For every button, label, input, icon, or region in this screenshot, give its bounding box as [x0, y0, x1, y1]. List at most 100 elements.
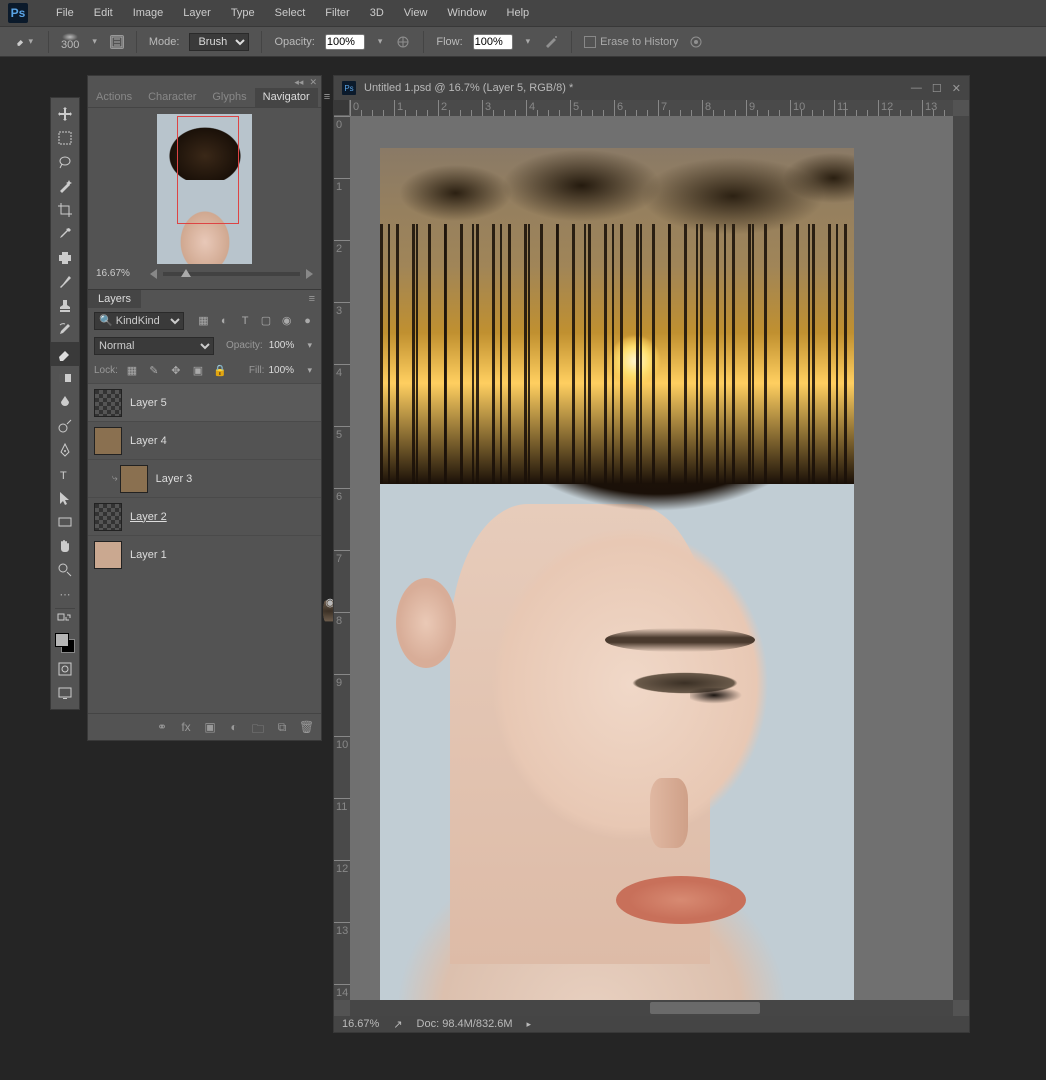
- brush-panel-toggle-icon[interactable]: [110, 35, 124, 49]
- hand-tool[interactable]: [51, 534, 79, 558]
- pressure-size-icon[interactable]: [688, 34, 704, 50]
- quickmask-toggle[interactable]: [51, 657, 79, 681]
- layer-row[interactable]: ◉ Layer 2: [88, 497, 321, 535]
- status-share-icon[interactable]: ↗: [393, 1018, 402, 1031]
- layer-row[interactable]: ◉ Layer 4: [88, 421, 321, 459]
- navigator-zoom-slider[interactable]: [163, 272, 300, 276]
- canvas-viewport[interactable]: [350, 116, 953, 1000]
- layer-opacity-value[interactable]: 100%: [269, 340, 299, 351]
- new-layer-icon[interactable]: ⧉: [275, 720, 289, 734]
- menu-view[interactable]: View: [394, 7, 438, 19]
- layer-opacity-chevron-icon[interactable]: ▾: [304, 340, 315, 351]
- navigator-zoom-value[interactable]: 16.67%: [96, 268, 144, 279]
- layer-thumbnail[interactable]: [94, 389, 122, 417]
- lasso-tool[interactable]: [51, 150, 79, 174]
- move-tool[interactable]: [51, 102, 79, 126]
- erase-to-history-checkbox[interactable]: Erase to History: [584, 36, 678, 48]
- lock-position-icon[interactable]: ✥: [168, 364, 184, 377]
- opacity-input[interactable]: [325, 34, 365, 50]
- mode-select[interactable]: Brush: [189, 33, 249, 51]
- brush-preset-chevron-icon[interactable]: ▾: [89, 36, 100, 47]
- tab-navigator[interactable]: Navigator: [255, 88, 318, 107]
- zoom-in-icon[interactable]: [306, 269, 313, 279]
- maximize-icon[interactable]: ☐: [932, 82, 942, 95]
- filter-toggle-icon[interactable]: ●: [300, 315, 315, 327]
- tab-actions[interactable]: Actions: [88, 88, 140, 107]
- collapse-icon[interactable]: ◂◂: [294, 77, 303, 88]
- layer-filter-select[interactable]: 🔍 KindKind: [94, 312, 184, 330]
- layer-row[interactable]: ◉ Layer 1: [88, 535, 321, 573]
- flow-input[interactable]: [473, 34, 513, 50]
- airbrush-icon[interactable]: [543, 34, 559, 50]
- status-info-arrow-icon[interactable]: ▸: [527, 1019, 532, 1030]
- close-panel-icon[interactable]: ✕: [309, 77, 317, 88]
- layer-thumbnail[interactable]: [120, 465, 148, 493]
- blend-mode-select[interactable]: Normal: [94, 337, 214, 355]
- healing-tool[interactable]: [51, 246, 79, 270]
- filter-smart-icon[interactable]: ◉: [279, 314, 294, 327]
- lock-artboard-icon[interactable]: ▣: [190, 364, 206, 377]
- menu-help[interactable]: Help: [497, 7, 540, 19]
- layer-row[interactable]: ◉ ⤷ Layer 3: [88, 459, 321, 497]
- link-layers-icon[interactable]: ⚭: [155, 720, 169, 734]
- layer-mask-icon[interactable]: ▣: [203, 720, 217, 734]
- artboard[interactable]: [380, 148, 854, 1000]
- stamp-tool[interactable]: [51, 294, 79, 318]
- magic-wand-tool[interactable]: [51, 174, 79, 198]
- document-titlebar[interactable]: Ps Untitled 1.psd @ 16.7% (Layer 5, RGB/…: [334, 76, 969, 100]
- marquee-tool[interactable]: [51, 126, 79, 150]
- menu-file[interactable]: File: [46, 7, 84, 19]
- minimize-icon[interactable]: —: [911, 82, 922, 95]
- eyedropper-tool[interactable]: [51, 222, 79, 246]
- menu-edit[interactable]: Edit: [84, 7, 123, 19]
- menu-3d[interactable]: 3D: [360, 7, 394, 19]
- path-select-tool[interactable]: [51, 486, 79, 510]
- ruler-vertical[interactable]: 01234567891011121314: [334, 116, 350, 1000]
- menu-window[interactable]: Window: [437, 7, 496, 19]
- flow-chevron-icon[interactable]: ▾: [523, 36, 534, 47]
- swap-colors-icon[interactable]: [51, 611, 79, 625]
- menu-type[interactable]: Type: [221, 7, 265, 19]
- type-tool[interactable]: T: [51, 462, 79, 486]
- navigator-view-box[interactable]: [177, 116, 239, 224]
- layer-style-icon[interactable]: fx: [179, 720, 193, 734]
- navigator-proxy[interactable]: [157, 114, 252, 264]
- eraser-tool[interactable]: [51, 342, 79, 366]
- more-tools[interactable]: ⋯: [51, 582, 79, 606]
- menu-image[interactable]: Image: [123, 7, 174, 19]
- filter-type-icon[interactable]: T: [238, 315, 253, 327]
- filter-shape-icon[interactable]: ▢: [258, 314, 273, 327]
- opacity-chevron-icon[interactable]: ▾: [375, 36, 386, 47]
- tab-layers[interactable]: Layers: [88, 290, 141, 308]
- layer-name[interactable]: Layer 1: [130, 549, 167, 561]
- layer-name[interactable]: Layer 2: [130, 511, 167, 523]
- adjustment-layer-icon[interactable]: ◐: [227, 720, 241, 734]
- lock-transparency-icon[interactable]: ▦: [124, 364, 140, 377]
- menu-layer[interactable]: Layer: [173, 7, 221, 19]
- lock-all-icon[interactable]: 🔒: [212, 364, 228, 377]
- layer-row[interactable]: ◉ Layer 5: [88, 383, 321, 421]
- vertical-scrollbar[interactable]: [953, 116, 969, 1000]
- delete-layer-icon[interactable]: 🗑: [299, 720, 313, 734]
- dodge-tool[interactable]: [51, 414, 79, 438]
- ruler-origin[interactable]: [334, 100, 350, 116]
- fill-chevron-icon[interactable]: ▾: [304, 365, 315, 376]
- eraser-tool-icon[interactable]: ▾: [16, 34, 36, 50]
- brush-preset-picker[interactable]: 300: [61, 33, 79, 50]
- tab-glyphs[interactable]: Glyphs: [204, 88, 254, 107]
- screenmode-toggle[interactable]: [51, 681, 79, 705]
- status-docsize[interactable]: Doc: 98.4M/832.6M: [417, 1018, 513, 1030]
- color-swatches[interactable]: [55, 633, 75, 653]
- layer-thumbnail[interactable]: [94, 541, 122, 569]
- menu-select[interactable]: Select: [265, 7, 316, 19]
- filter-pixel-icon[interactable]: ▦: [196, 314, 211, 327]
- filter-adjust-icon[interactable]: ◐: [217, 315, 232, 327]
- history-brush-tool[interactable]: [51, 318, 79, 342]
- pen-tool[interactable]: [51, 438, 79, 462]
- blur-tool[interactable]: [51, 390, 79, 414]
- close-icon[interactable]: ✕: [952, 82, 961, 95]
- lock-pixels-icon[interactable]: ✎: [146, 364, 162, 377]
- foreground-color-swatch[interactable]: [55, 633, 69, 647]
- fill-value[interactable]: 100%: [268, 365, 300, 376]
- tab-character[interactable]: Character: [140, 88, 204, 107]
